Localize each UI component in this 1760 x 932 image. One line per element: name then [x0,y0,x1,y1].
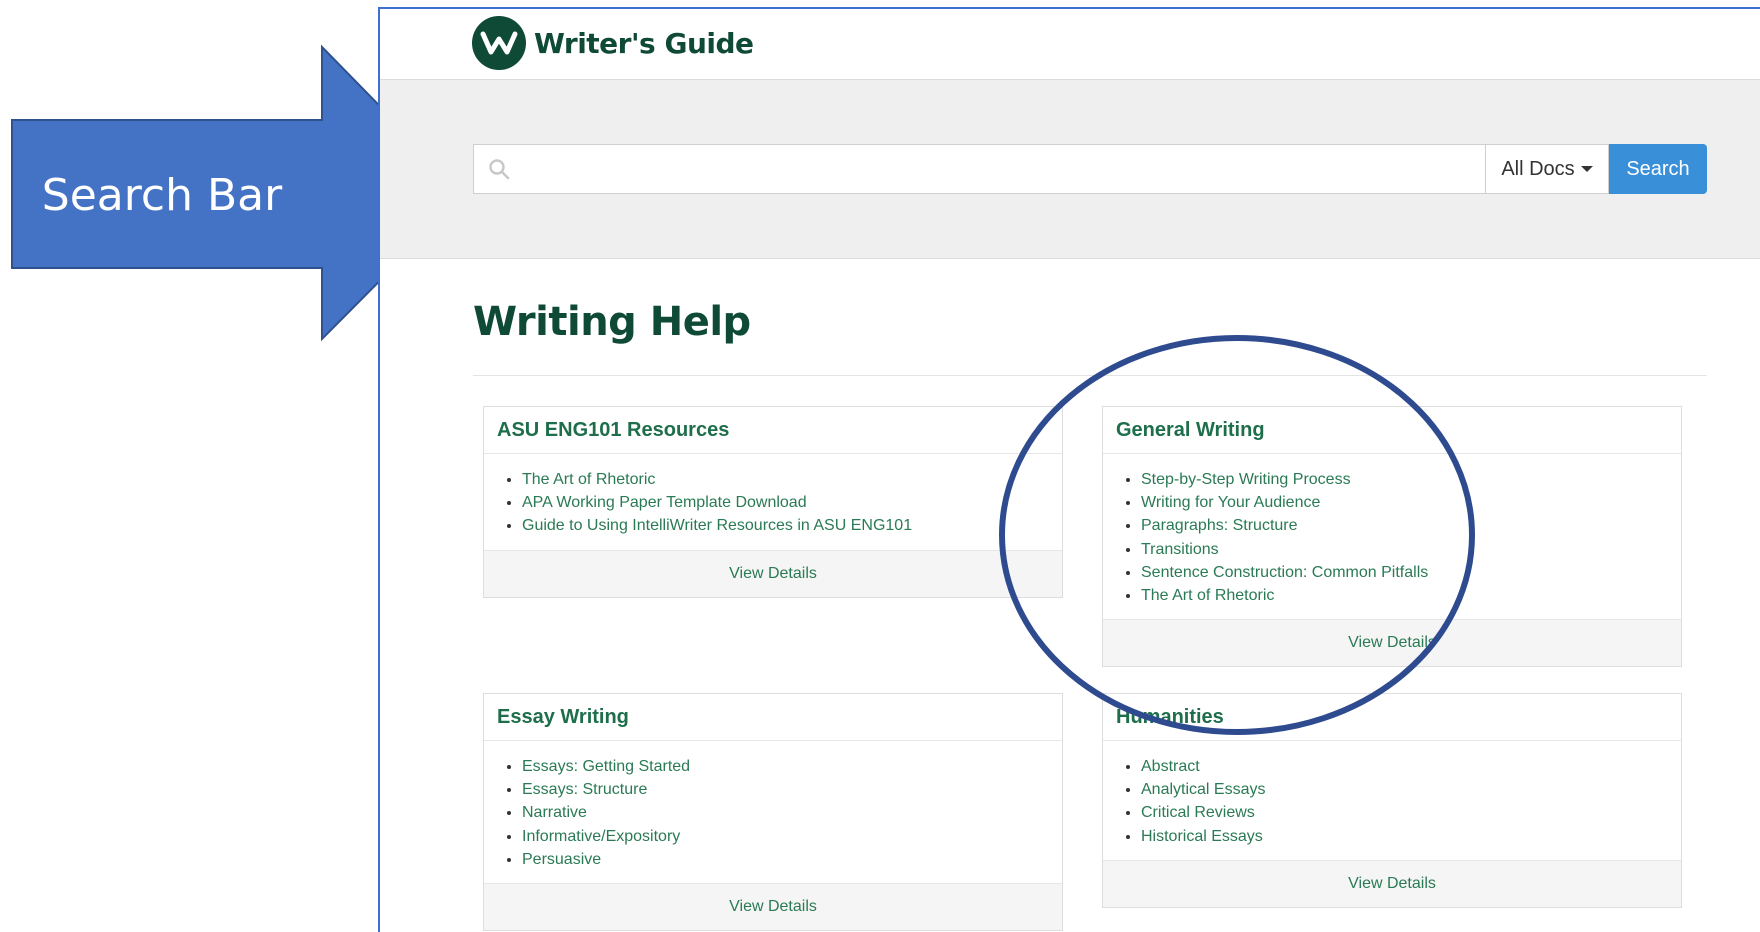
category-card-general-writing: General Writing Step-by-Step Writing Pro… [1102,406,1682,668]
logo-w-icon [472,16,526,70]
card-link[interactable]: Writing for Your Audience [1141,491,1681,514]
card-link[interactable]: APA Working Paper Template Download [522,491,1062,514]
search-scope-dropdown[interactable]: All Docs [1485,144,1609,194]
category-card-asu-eng101: ASU ENG101 Resources The Art of Rhetoric… [483,406,1063,598]
view-details-button[interactable]: View Details [484,549,1062,597]
card-link[interactable]: Abstract [1141,755,1681,778]
card-link[interactable]: Informative/Expository [522,825,1062,848]
writers-guide-site: Writer's Guide All Docs Search Writing H… [378,7,1760,932]
card-link[interactable]: Transitions [1141,538,1681,561]
search-section: All Docs Search [380,80,1760,259]
search-button[interactable]: Search [1609,144,1707,194]
page-title: Writing Help [473,299,751,345]
search-input[interactable] [520,148,1485,190]
category-card-essay-writing: Essay Writing Essays: Getting Started Es… [483,693,1063,932]
caret-down-icon [1580,166,1593,172]
card-link[interactable]: Guide to Using IntelliWriter Resources i… [522,514,1062,537]
logo-text: Writer's Guide [534,26,754,60]
card-link[interactable]: Essays: Getting Started [522,755,1062,778]
view-details-button[interactable]: View Details [1103,619,1681,667]
card-link-list: Abstract Analytical Essays Critical Revi… [1103,741,1681,860]
card-title[interactable]: General Writing [1103,407,1681,454]
card-title[interactable]: ASU ENG101 Resources [484,407,1062,454]
card-title[interactable]: Essay Writing [484,694,1062,741]
site-logo[interactable]: Writer's Guide [472,16,754,70]
view-details-button[interactable]: View Details [484,883,1062,931]
card-title[interactable]: Humanities [1103,694,1681,741]
site-header: Writer's Guide [380,9,1760,80]
card-link[interactable]: Persuasive [522,848,1062,871]
category-card-humanities: Humanities Abstract Analytical Essays Cr… [1102,693,1682,908]
card-link-list: The Art of Rhetoric APA Working Paper Te… [484,454,1062,550]
card-link[interactable]: Essays: Structure [522,778,1062,801]
card-link[interactable]: The Art of Rhetoric [522,468,1062,491]
card-link[interactable]: Sentence Construction: Common Pitfalls [1141,561,1681,584]
callout-label: Search Bar [41,170,283,221]
card-link[interactable]: Narrative [522,801,1062,824]
search-scope-label: All Docs [1501,157,1575,180]
card-link[interactable]: Paragraphs: Structure [1141,514,1681,537]
card-link[interactable]: Step-by-Step Writing Process [1141,468,1681,491]
card-link-list: Essays: Getting Started Essays: Structur… [484,741,1062,883]
view-details-button[interactable]: View Details [1103,859,1681,907]
card-link[interactable]: Analytical Essays [1141,778,1681,801]
card-link[interactable]: Historical Essays [1141,825,1681,848]
search-box[interactable] [473,144,1485,194]
search-icon [488,158,510,180]
search-bar: All Docs Search [473,144,1707,194]
title-divider [473,375,1707,376]
card-link[interactable]: Critical Reviews [1141,801,1681,824]
card-link-list: Step-by-Step Writing Process Writing for… [1103,454,1681,619]
card-link[interactable]: The Art of Rhetoric [1141,584,1681,607]
